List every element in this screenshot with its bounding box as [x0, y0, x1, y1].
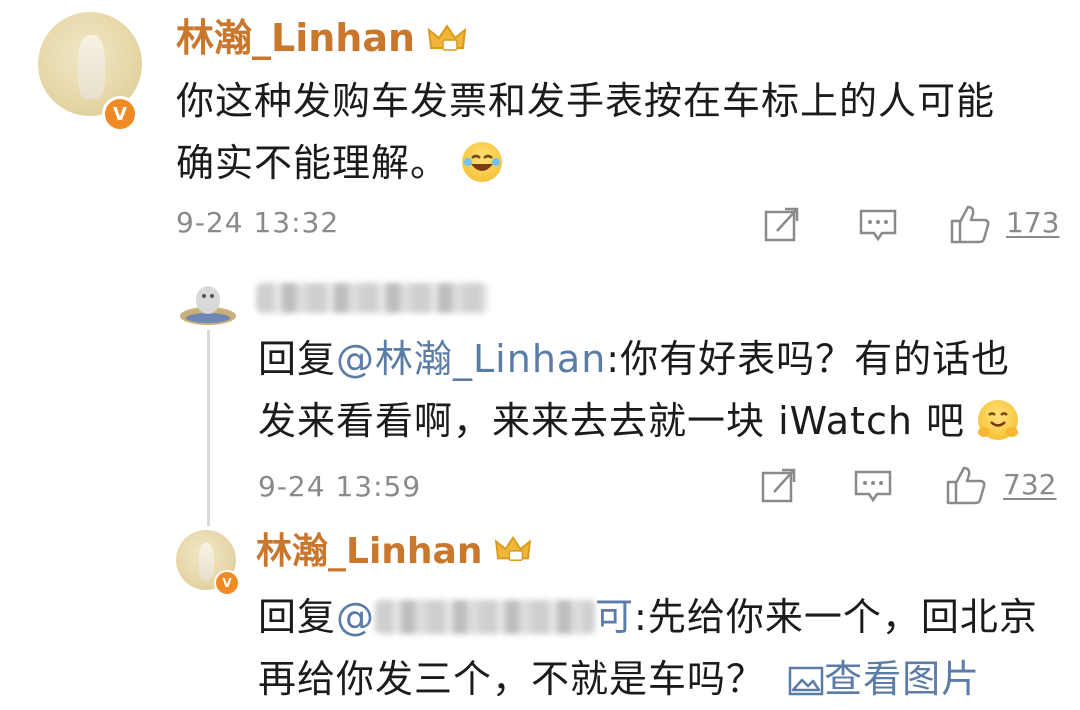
mention-link[interactable]: @ — [336, 595, 375, 639]
crown-icon — [427, 19, 467, 63]
avatar[interactable]: V — [176, 530, 240, 596]
like-count[interactable]: 173 — [1006, 206, 1059, 239]
share-icon[interactable] — [763, 205, 803, 243]
verified-badge: V — [102, 96, 138, 132]
share-icon[interactable] — [760, 466, 800, 504]
like-icon[interactable] — [945, 464, 987, 506]
reply-line-1: 回复@林瀚_Linhan:你有好表吗？有的话也 — [258, 337, 1011, 381]
reply-prefix: 回复 — [258, 595, 337, 639]
thread-connector-line — [207, 330, 210, 526]
reply-line-2: 发来看看啊，来来去去就一块 iWatch 吧 — [258, 390, 1058, 452]
blurred-mention — [375, 600, 596, 634]
reply-line-1: 回复@ 可:先给你来一个，回北京 — [258, 595, 1038, 639]
comment-timestamp: 9-24 13:32 — [176, 206, 340, 239]
hugging-face-emoji-icon — [978, 400, 1019, 440]
avatar-figure — [77, 34, 105, 100]
mention-link[interactable]: @林瀚_Linhan — [336, 337, 606, 381]
laughing-tears-emoji-icon — [462, 142, 503, 182]
comment-line-1: 你这种发购车发票和发手表按在车标上的人可能 — [176, 79, 996, 123]
comment-line-2: 确实不能理解。 — [176, 132, 1056, 194]
reply-text: 回复@ 可:先给你来一个，回北京 再给你发三个，不就是车吗？ 查看图片 — [258, 586, 1068, 710]
reply-timestamp: 9-24 13:59 — [258, 470, 422, 503]
comment-icon[interactable] — [858, 208, 898, 242]
comment-icon[interactable] — [853, 469, 893, 503]
avatar[interactable] — [178, 280, 238, 328]
blurred-username[interactable] — [256, 283, 488, 313]
crown-icon — [494, 531, 532, 575]
reply-username[interactable]: 林瀚_Linhan — [256, 530, 532, 575]
like-count[interactable]: 732 — [1003, 468, 1056, 501]
reply-line-2: 再给你发三个，不就是车吗？ 查看图片 — [258, 657, 981, 701]
comment-username[interactable]: 林瀚_Linhan — [176, 16, 467, 63]
like-icon[interactable] — [949, 203, 991, 245]
verified-badge: V — [214, 570, 240, 596]
avatar[interactable]: V — [38, 12, 142, 132]
mention-tail[interactable]: 可 — [595, 595, 634, 639]
view-image-link[interactable]: 查看图片 — [788, 657, 980, 701]
reply-prefix: 回复 — [258, 337, 337, 381]
reply-text: 回复@林瀚_Linhan:你有好表吗？有的话也 发来看看啊，来来去去就一块 iW… — [258, 328, 1058, 452]
image-icon — [788, 666, 824, 696]
avatar-figure — [198, 543, 215, 581]
comment-text: 你这种发购车发票和发手表按在车标上的人可能 确实不能理解。 — [176, 70, 1056, 194]
